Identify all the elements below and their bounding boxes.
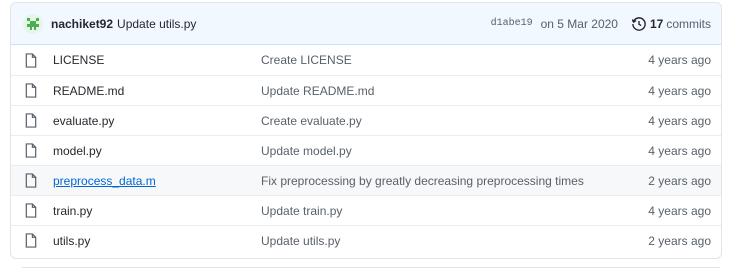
divider xyxy=(22,267,720,268)
commit-message-link[interactable]: Update utils.py xyxy=(117,17,196,31)
file-commit-message-link[interactable]: Update README.md xyxy=(261,84,631,98)
file-commit-message-link[interactable]: Update utils.py xyxy=(261,234,631,248)
file-icon xyxy=(25,113,41,128)
file-row[interactable]: train.py Update train.py 4 years ago xyxy=(11,195,721,225)
file-age: 4 years ago xyxy=(648,113,711,128)
file-row[interactable]: LICENSE Create LICENSE 4 years ago xyxy=(11,45,721,75)
commits-count-link[interactable]: 17 commits xyxy=(631,16,711,31)
file-name-link[interactable]: README.md xyxy=(53,84,261,98)
file-icon xyxy=(25,52,41,68)
file-name-link[interactable]: evaluate.py xyxy=(53,114,261,128)
file-row[interactable]: README.md Update README.md 4 years ago xyxy=(11,75,721,105)
file-commit-message-link[interactable]: Create evaluate.py xyxy=(261,114,631,128)
file-row[interactable]: preprocess_data.m Fix preprocessing by g… xyxy=(11,165,721,195)
file-list: LICENSE Create LICENSE 4 years ago READM… xyxy=(11,45,721,255)
file-row[interactable]: evaluate.py Create evaluate.py 4 years a… xyxy=(11,105,721,135)
repo-file-browser: nachiket92 Update utils.py d1abe19 on 5 … xyxy=(10,2,722,259)
commit-count: 17 xyxy=(649,16,664,31)
commit-author-link[interactable]: nachiket92 xyxy=(51,17,113,31)
file-age: 2 years ago xyxy=(648,173,711,188)
commit-sha-link[interactable]: d1abe19 xyxy=(491,18,533,29)
history-icon xyxy=(631,16,646,31)
file-icon xyxy=(25,173,41,188)
commit-count-label: commits xyxy=(666,16,711,31)
file-age: 4 years ago xyxy=(648,53,711,67)
file-age: 2 years ago xyxy=(648,233,711,248)
file-name-link[interactable]: preprocess_data.m xyxy=(53,174,261,188)
file-row[interactable]: model.py Update model.py 4 years ago xyxy=(11,135,721,165)
file-age: 4 years ago xyxy=(648,83,711,98)
latest-commit-bar: nachiket92 Update utils.py d1abe19 on 5 … xyxy=(11,3,721,45)
file-commit-message-link[interactable]: Update train.py xyxy=(261,204,631,218)
file-commit-message-link[interactable]: Fix preprocessing by greatly decreasing … xyxy=(261,174,631,188)
file-commit-message-link[interactable]: Create LICENSE xyxy=(261,53,631,67)
file-name-link[interactable]: utils.py xyxy=(53,234,261,248)
file-name-link[interactable]: train.py xyxy=(53,204,261,218)
commit-date: on 5 Mar 2020 xyxy=(540,16,618,31)
avatar[interactable] xyxy=(23,13,43,34)
file-row[interactable]: utils.py Update utils.py 2 years ago xyxy=(11,225,721,255)
file-age: 4 years ago xyxy=(648,143,711,158)
file-name-link[interactable]: LICENSE xyxy=(53,53,261,67)
file-icon xyxy=(25,143,41,158)
file-commit-message-link[interactable]: Update model.py xyxy=(261,144,631,158)
file-icon xyxy=(25,83,41,98)
file-age: 4 years ago xyxy=(648,203,711,218)
file-name-link[interactable]: model.py xyxy=(53,144,261,158)
file-icon xyxy=(25,233,41,248)
file-icon xyxy=(25,203,41,218)
